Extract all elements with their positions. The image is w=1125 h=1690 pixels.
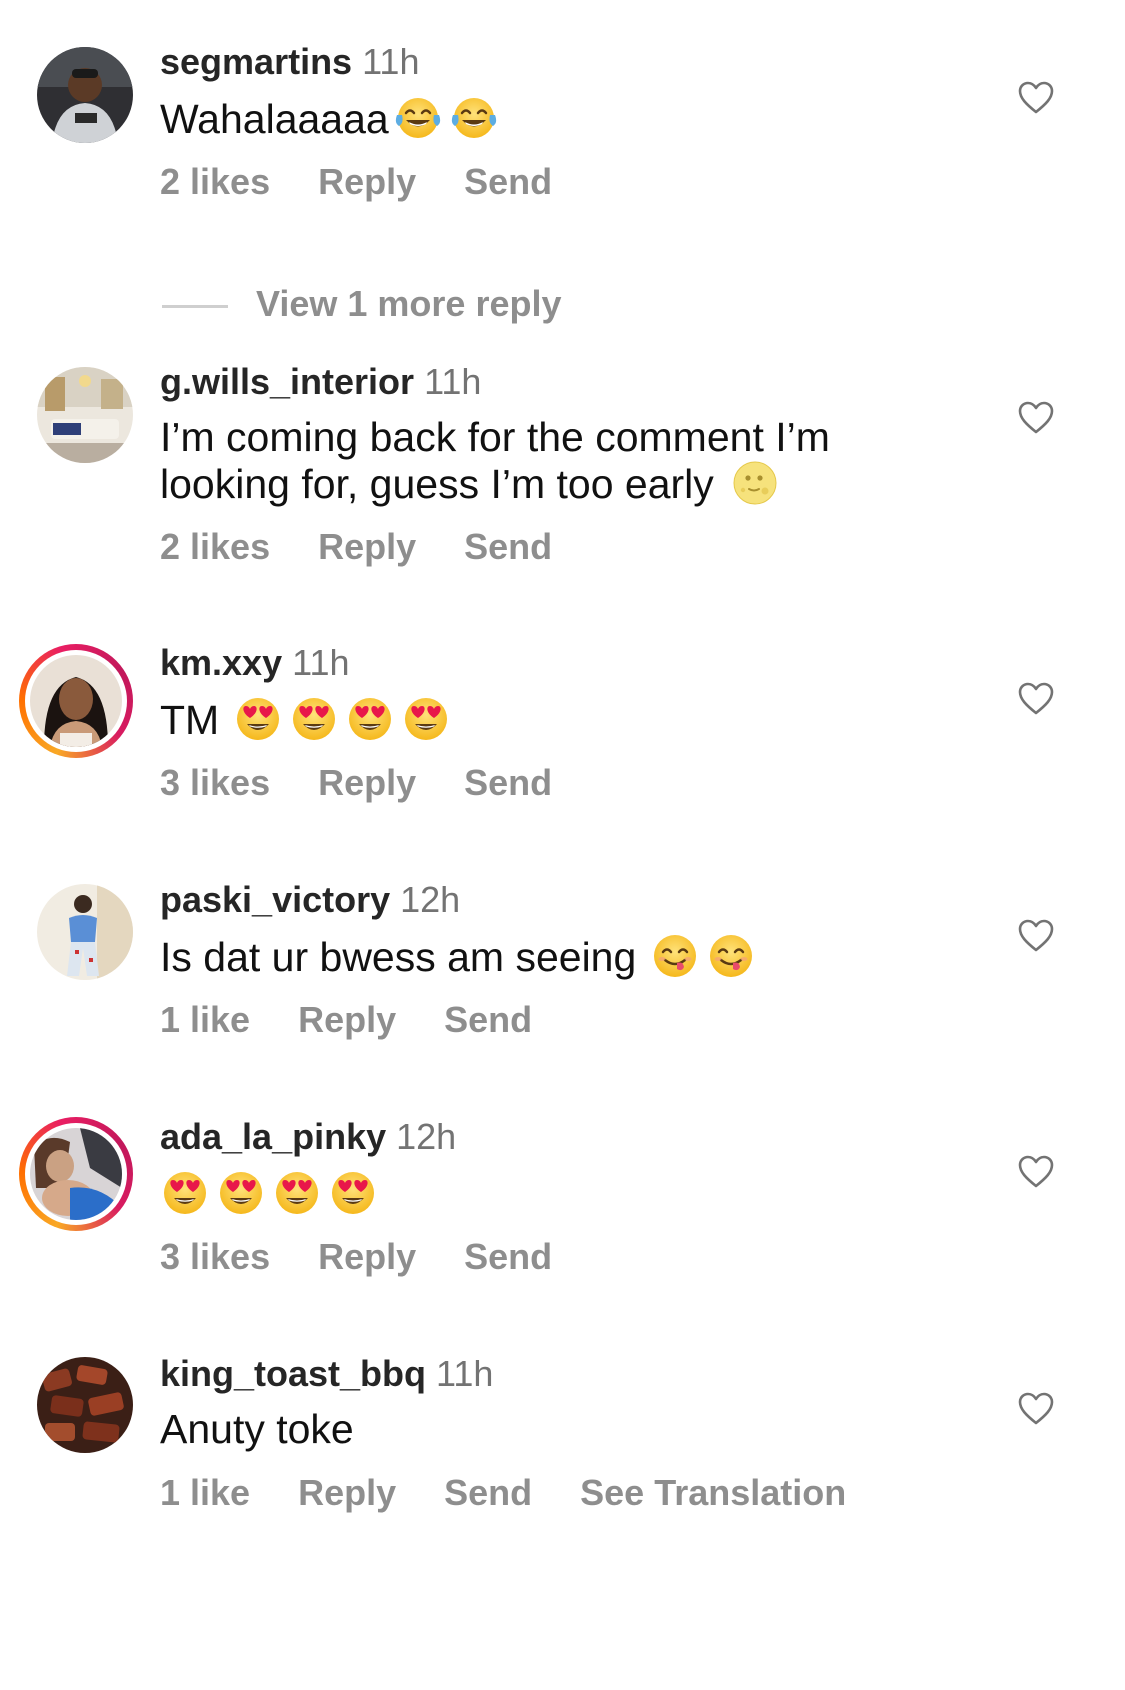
likes-count[interactable]: 2 likes [160, 526, 270, 567]
heart-icon[interactable] [1018, 1155, 1054, 1189]
heart-eyes-icon [160, 1168, 210, 1218]
heart-icon[interactable] [1018, 401, 1054, 435]
comment-text: Anuty toke [160, 1405, 920, 1453]
comment-text [160, 1168, 920, 1218]
send-button[interactable]: Send [444, 1472, 532, 1513]
reply-button[interactable]: Reply [318, 1236, 416, 1277]
heart-eyes-icon [272, 1168, 322, 1218]
send-button[interactable]: Send [464, 762, 552, 803]
heart-icon[interactable] [1018, 919, 1054, 953]
username[interactable]: g.wills_interior [160, 361, 414, 402]
likes-count[interactable]: 1 like [160, 1472, 250, 1513]
comment-text: Is dat ur bwess am seeing [160, 931, 920, 981]
likes-count[interactable]: 3 likes [160, 1236, 270, 1277]
avatar-story-ring[interactable] [19, 1117, 133, 1231]
avatar[interactable] [37, 884, 133, 980]
comment-text-body: Anuty toke [160, 1406, 354, 1452]
comment-text: I’m coming back for the comment I’m look… [160, 413, 920, 508]
comment-text: TM [160, 694, 920, 744]
face-with-tears-of-joy-icon [393, 93, 443, 143]
reply-button[interactable]: Reply [318, 526, 416, 567]
heart-icon[interactable] [1018, 81, 1054, 115]
send-button[interactable]: Send [464, 1236, 552, 1277]
see-translation-button[interactable]: See Translation [580, 1472, 846, 1513]
face-savoring-food-icon [650, 931, 700, 981]
send-button[interactable]: Send [444, 999, 532, 1040]
view-more-replies-button[interactable]: View 1 more reply [162, 282, 562, 326]
heart-eyes-icon [233, 694, 283, 744]
likes-count[interactable]: 1 like [160, 999, 250, 1040]
username[interactable]: km.xxy [160, 642, 282, 683]
avatar[interactable] [37, 1357, 133, 1453]
timestamp: 11h [424, 361, 482, 402]
avatar[interactable] [37, 367, 133, 463]
timestamp: 12h [400, 879, 461, 920]
username[interactable]: ada_la_pinky [160, 1116, 386, 1157]
likes-count[interactable]: 3 likes [160, 762, 270, 803]
reply-button[interactable]: Reply [298, 1472, 396, 1513]
comment-text-body: Is dat ur bwess am seeing [160, 934, 637, 980]
username[interactable]: segmartins [160, 41, 352, 82]
face-with-tears-of-joy-icon [449, 93, 499, 143]
full-moon-face-icon [730, 458, 780, 508]
face-savoring-food-icon [706, 931, 756, 981]
timestamp: 11h [292, 642, 350, 683]
comment-text-line: looking for, guess I’m too early [160, 461, 714, 507]
heart-eyes-icon [328, 1168, 378, 1218]
reply-button[interactable]: Reply [318, 762, 416, 803]
comment-text-line: I’m coming back for the comment I’m [160, 414, 830, 460]
divider [162, 304, 228, 308]
heart-icon[interactable] [1018, 682, 1054, 716]
view-more-label: View 1 more reply [256, 283, 562, 324]
heart-eyes-icon [345, 694, 395, 744]
send-button[interactable]: Send [464, 526, 552, 567]
heart-eyes-icon [216, 1168, 266, 1218]
heart-eyes-icon [401, 694, 451, 744]
heart-eyes-icon [289, 694, 339, 744]
timestamp: 11h [362, 41, 420, 82]
username[interactable]: king_toast_bbq [160, 1353, 426, 1394]
comment-text-body: Wahalaaaaa [160, 96, 389, 142]
timestamp: 11h [436, 1353, 494, 1394]
send-button[interactable]: Send [464, 161, 552, 202]
avatar[interactable] [37, 47, 133, 143]
avatar-story-ring[interactable] [19, 644, 133, 758]
heart-icon[interactable] [1018, 1392, 1054, 1426]
timestamp: 12h [396, 1116, 457, 1157]
username[interactable]: paski_victory [160, 879, 390, 920]
reply-button[interactable]: Reply [298, 999, 396, 1040]
reply-button[interactable]: Reply [318, 161, 416, 202]
likes-count[interactable]: 2 likes [160, 161, 270, 202]
comment-text-body: TM [160, 697, 220, 743]
comment-text: Wahalaaaaa [160, 93, 920, 143]
